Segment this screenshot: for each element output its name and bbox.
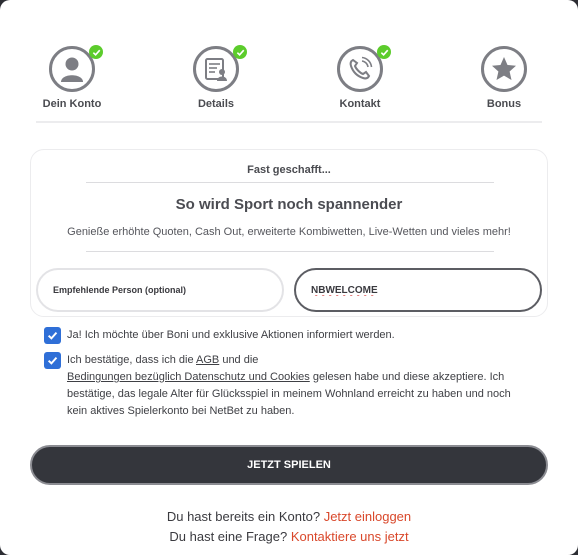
card-kicker: Fast geschafft... <box>247 164 331 176</box>
divider <box>86 182 494 183</box>
step-dein-konto: Dein Konto <box>22 40 122 110</box>
check-icon <box>377 45 391 59</box>
contact-prompt-text: Du hast eine Frage? <box>169 529 288 544</box>
card-subtitle: Genieße erhöhte Quoten, Cash Out, erweit… <box>67 226 511 238</box>
terms-text-part: und die <box>219 354 259 366</box>
terms-checkbox[interactable] <box>44 352 61 369</box>
promo-code-field[interactable] <box>294 268 542 312</box>
agb-link[interactable]: AGB <box>196 354 219 366</box>
privacy-link[interactable]: Bedingungen bezüglich Datenschutz und Co… <box>67 371 310 383</box>
terms-consent: Ich bestätige, dass ich die AGB und die … <box>44 352 534 420</box>
phone-icon <box>337 45 391 92</box>
play-now-button[interactable]: JETZT SPIELEN <box>30 445 548 485</box>
terms-text-part: Ich bestätige, dass ich die <box>67 354 197 366</box>
check-icon <box>233 45 247 59</box>
contact-prompt: Du hast eine Frage? Kontaktiere uns jetz… <box>0 529 578 544</box>
step-bonus: Bonus <box>454 40 554 110</box>
divider <box>86 251 494 252</box>
terms-consent-text: Ich bestätige, dass ich die AGB und die … <box>67 352 527 420</box>
check-icon <box>89 45 103 59</box>
step-label: Dein Konto <box>42 98 102 110</box>
step-label: Kontakt <box>339 98 381 110</box>
user-icon <box>49 45 103 92</box>
terms-text-part: gelesen habe und diese akzeptiere. <box>309 371 487 383</box>
step-details: Details <box>166 40 266 110</box>
referrer-field[interactable] <box>36 268 284 312</box>
login-prompt-text: Du hast bereits ein Konto? <box>166 509 321 524</box>
marketing-checkbox[interactable] <box>44 327 61 344</box>
login-link[interactable]: Jetzt einloggen <box>324 509 411 524</box>
marketing-consent: Ja! Ich möchte über Boni und exklusive A… <box>44 327 395 344</box>
check-icon <box>47 331 58 340</box>
contact-link[interactable]: Kontaktiere uns jetzt <box>291 529 409 544</box>
step-label: Details <box>197 98 235 110</box>
registration-stepper: Dein Konto Details Kontakt Bonus <box>0 40 578 110</box>
step-kontakt: Kontakt <box>310 40 410 110</box>
bonus-card: Fast geschafft... So wird Sport noch spa… <box>30 149 548 317</box>
login-prompt: Du hast bereits ein Konto? Jetzt einlogg… <box>0 509 578 524</box>
referrer-input[interactable] <box>38 270 282 310</box>
card-title: So wird Sport noch spannender <box>175 196 403 213</box>
check-icon <box>47 356 58 365</box>
star-icon <box>481 46 527 92</box>
divider <box>36 121 542 123</box>
step-label: Bonus <box>486 98 522 110</box>
marketing-consent-text: Ja! Ich möchte über Boni und exklusive A… <box>67 329 395 341</box>
promo-code-input[interactable] <box>296 270 540 310</box>
registration-modal: Dein Konto Details Kontakt Bonus Fast ge… <box>0 0 578 555</box>
document-user-icon <box>193 45 247 92</box>
